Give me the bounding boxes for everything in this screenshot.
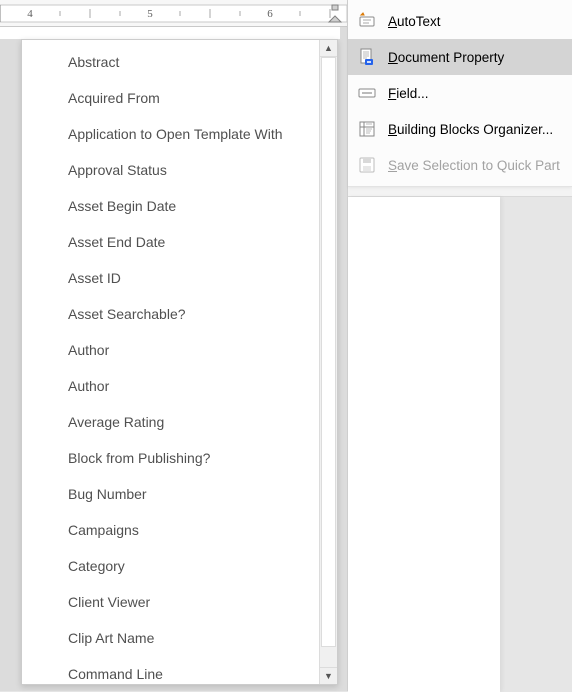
scroll-thumb[interactable] (321, 57, 336, 647)
scroll-down-button[interactable]: ▼ (320, 667, 337, 684)
field-icon (358, 84, 376, 102)
menu-item-autotext[interactable]: AutoText (348, 3, 572, 39)
list-item[interactable]: Application to Open Template With (22, 116, 319, 152)
ruler-graphics: 4 5 6 (0, 0, 347, 26)
list-item[interactable]: Command Line (22, 656, 319, 684)
scroll-track[interactable] (320, 57, 337, 667)
property-list: Abstract Acquired From Application to Op… (22, 40, 319, 684)
quick-parts-menu: AutoText Document Property Field... Buil… (348, 0, 572, 187)
menu-label: Document Property (388, 50, 564, 65)
horizontal-ruler: 4 5 6 (0, 0, 347, 27)
organizer-icon (358, 120, 376, 138)
list-item[interactable]: Client Viewer (22, 584, 319, 620)
list-item[interactable]: Asset End Date (22, 224, 319, 260)
list-item[interactable]: Asset Searchable? (22, 296, 319, 332)
list-item[interactable]: Block from Publishing? (22, 440, 319, 476)
dropdown-scrollbar[interactable]: ▲ ▼ (319, 40, 337, 684)
menu-label: Building Blocks Organizer... (388, 122, 564, 137)
menu-item-save-selection: Save Selection to Quick Part (348, 147, 572, 183)
list-item[interactable]: Author (22, 332, 319, 368)
svg-text:4: 4 (27, 8, 33, 20)
list-item[interactable]: Author (22, 368, 319, 404)
list-item[interactable]: Category (22, 548, 319, 584)
list-item[interactable]: Clip Art Name (22, 620, 319, 656)
panel-paper (348, 197, 500, 692)
list-item[interactable]: Campaigns (22, 512, 319, 548)
save-icon (358, 156, 376, 174)
scroll-up-button[interactable]: ▲ (320, 40, 337, 57)
menu-item-building-blocks-organizer[interactable]: Building Blocks Organizer... (348, 111, 572, 147)
document-property-dropdown: Abstract Acquired From Application to Op… (21, 39, 338, 685)
document-icon (358, 48, 376, 66)
list-item[interactable]: Asset ID (22, 260, 319, 296)
list-item[interactable]: Acquired From (22, 80, 319, 116)
menu-label: Save Selection to Quick Part (388, 158, 564, 173)
quick-parts-panel: AutoText Document Property Field... Buil… (347, 0, 572, 691)
document-page-sliver (0, 27, 340, 39)
list-item[interactable]: Asset Begin Date (22, 188, 319, 224)
list-item[interactable]: Abstract (22, 44, 319, 80)
menu-item-document-property[interactable]: Document Property (348, 39, 572, 75)
list-item[interactable]: Approval Status (22, 152, 319, 188)
svg-text:5: 5 (147, 8, 153, 20)
list-item[interactable]: Bug Number (22, 476, 319, 512)
menu-label: AutoText (388, 14, 564, 29)
panel-body-area (348, 196, 572, 691)
list-item[interactable]: Average Rating (22, 404, 319, 440)
menu-label: Field... (388, 86, 564, 101)
menu-item-field[interactable]: Field... (348, 75, 572, 111)
svg-text:6: 6 (267, 8, 273, 20)
autotext-icon (358, 12, 376, 30)
